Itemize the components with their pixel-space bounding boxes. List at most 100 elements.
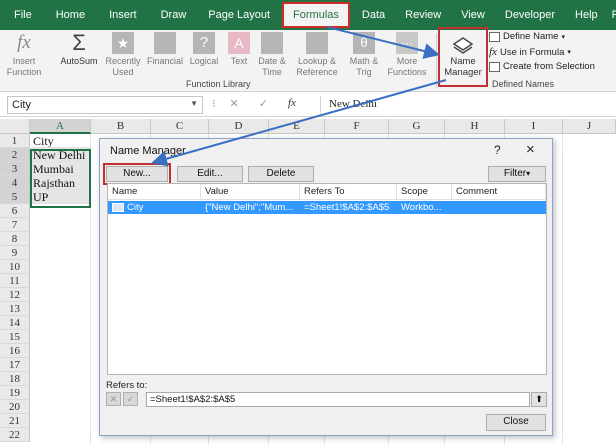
column-header[interactable]: H — [445, 119, 505, 134]
row-header[interactable]: 6 — [0, 204, 30, 218]
tab-draw[interactable]: Draw — [149, 0, 199, 30]
column-header[interactable]: I — [505, 119, 563, 134]
row-header[interactable]: 4 — [0, 176, 30, 190]
row-header[interactable]: 19 — [0, 386, 30, 400]
insert-function-button[interactable]: fx Insert Function — [6, 30, 42, 78]
row-header[interactable]: 11 — [0, 274, 30, 288]
group-separator — [436, 34, 437, 88]
insert-function-icon[interactable]: fx — [288, 97, 296, 110]
list-header-name[interactable]: Name — [108, 184, 201, 200]
list-header-value[interactable]: Value — [201, 184, 300, 200]
math-trig-button[interactable]: θ Math & Trig — [344, 30, 384, 78]
cell-a4[interactable]: Rajsthan — [31, 176, 90, 190]
column-header[interactable]: G — [389, 119, 445, 134]
cell-a2[interactable]: New Delhi — [31, 148, 90, 162]
column-header[interactable]: B — [91, 119, 151, 134]
tab-formulas[interactable]: Formulas — [282, 2, 350, 28]
create-from-selection-icon — [489, 61, 500, 72]
formula-input[interactable]: New Delhi — [320, 96, 612, 114]
row-header[interactable]: 3 — [0, 162, 30, 176]
tab-page-layout[interactable]: Page Layout — [198, 0, 280, 30]
select-all-corner[interactable] — [0, 119, 30, 134]
tab-view[interactable]: View — [451, 0, 495, 30]
comment-cell — [452, 201, 546, 214]
autosum-button[interactable]: Σ AutoSum — [56, 30, 102, 67]
row-header[interactable]: 10 — [0, 260, 30, 274]
row-header[interactable]: 14 — [0, 316, 30, 330]
row-header[interactable]: 20 — [0, 400, 30, 414]
row-header[interactable]: 5 — [0, 190, 30, 204]
date-time-button[interactable]: Date & Time — [254, 30, 290, 78]
tab-insert[interactable]: Insert — [97, 0, 149, 30]
tab-developer[interactable]: Developer — [495, 0, 565, 30]
chevron-down-icon: ▾ — [561, 33, 565, 41]
logical-button[interactable]: ? Logical — [186, 30, 222, 67]
row-header[interactable]: 16 — [0, 344, 30, 358]
close-button[interactable]: Close — [486, 414, 546, 431]
tab-review[interactable]: Review — [395, 0, 451, 30]
column-header[interactable]: E — [269, 119, 325, 134]
list-header-scope[interactable]: Scope — [397, 184, 452, 200]
refers-to-cell: =Sheet1!$A$2:$A$5 — [304, 202, 390, 213]
filter-button[interactable]: Filter▾ — [488, 166, 546, 182]
edit-button[interactable]: Edit... — [177, 166, 243, 182]
use-in-formula-button[interactable]: fx Use in Formula ▾ — [489, 46, 571, 58]
name-box[interactable]: City ▼ — [7, 96, 203, 114]
recently-used-button[interactable]: ★ Recently Used — [104, 30, 142, 78]
cell-a1[interactable]: City — [31, 134, 90, 148]
excel-window: File Home Insert Draw Page Layout Formul… — [0, 0, 616, 444]
text-button[interactable]: A Text — [224, 30, 254, 67]
cell-a3[interactable]: Mumbai — [31, 162, 90, 176]
row-header[interactable]: 17 — [0, 358, 30, 372]
cancel-icon[interactable]: ✕ — [230, 97, 239, 110]
row-header[interactable]: 13 — [0, 302, 30, 316]
row-header[interactable]: 8 — [0, 232, 30, 246]
tab-home[interactable]: Home — [44, 0, 97, 30]
row-header[interactable]: 9 — [0, 246, 30, 260]
list-item[interactable]: City {"New Delhi";"Mum... =Sheet1!$A$2:$… — [108, 201, 546, 214]
row-header[interactable]: 7 — [0, 218, 30, 232]
math-icon: θ — [353, 32, 375, 54]
column-header[interactable]: F — [325, 119, 389, 134]
column-header[interactable]: C — [151, 119, 209, 134]
calendar-icon — [261, 32, 283, 54]
tab-data[interactable]: Data — [352, 0, 395, 30]
close-icon[interactable]: × — [526, 141, 535, 158]
row-header[interactable]: 22 — [0, 428, 30, 442]
row-header[interactable]: 1 — [0, 134, 30, 148]
names-list[interactable]: Name Value Refers To Scope Comment City … — [107, 183, 547, 375]
new-button[interactable]: New... — [106, 166, 168, 182]
row-header[interactable]: 15 — [0, 330, 30, 344]
collapse-dialog-icon[interactable]: ⬆ — [531, 392, 547, 407]
column-header[interactable]: J — [563, 119, 616, 134]
refers-to-input[interactable]: =Sheet1!$A$2:$A$5 — [146, 392, 530, 407]
financial-icon — [154, 32, 176, 54]
enter-icon[interactable]: ✓ — [259, 97, 268, 110]
tab-power[interactable]: Pow — [608, 0, 616, 30]
chevron-down-icon[interactable]: ▼ — [190, 99, 198, 108]
refers-to-actions: ✕ ✓ — [106, 392, 138, 406]
lookup-reference-button[interactable]: Lookup & Reference — [290, 30, 344, 78]
tab-file[interactable]: File — [0, 0, 44, 30]
row-header[interactable]: 21 — [0, 414, 30, 428]
create-from-selection-button[interactable]: Create from Selection — [489, 61, 595, 72]
column-header[interactable]: D — [209, 119, 269, 134]
column-header[interactable]: A — [30, 119, 91, 134]
confirm-icon[interactable]: ✓ — [123, 392, 138, 406]
help-button[interactable]: ? — [494, 143, 501, 157]
dialog-title: Name Manager — [110, 145, 186, 157]
list-header-comment[interactable]: Comment — [452, 184, 546, 200]
tab-help[interactable]: Help — [565, 0, 608, 30]
row-header[interactable]: 2 — [0, 148, 30, 162]
row-header[interactable]: 18 — [0, 372, 30, 386]
delete-button[interactable]: Delete — [248, 166, 314, 182]
gridline — [562, 134, 563, 444]
define-name-button[interactable]: Define Name ▾ — [489, 31, 565, 42]
row-header[interactable]: 12 — [0, 288, 30, 302]
cancel-icon[interactable]: ✕ — [106, 392, 121, 406]
financial-button[interactable]: Financial — [144, 30, 186, 67]
name-cell: City — [127, 202, 144, 213]
more-functions-button[interactable]: ··· More Functions — [384, 30, 430, 78]
cell-a5[interactable]: UP — [31, 190, 90, 204]
list-header-refers-to[interactable]: Refers To — [300, 184, 397, 200]
